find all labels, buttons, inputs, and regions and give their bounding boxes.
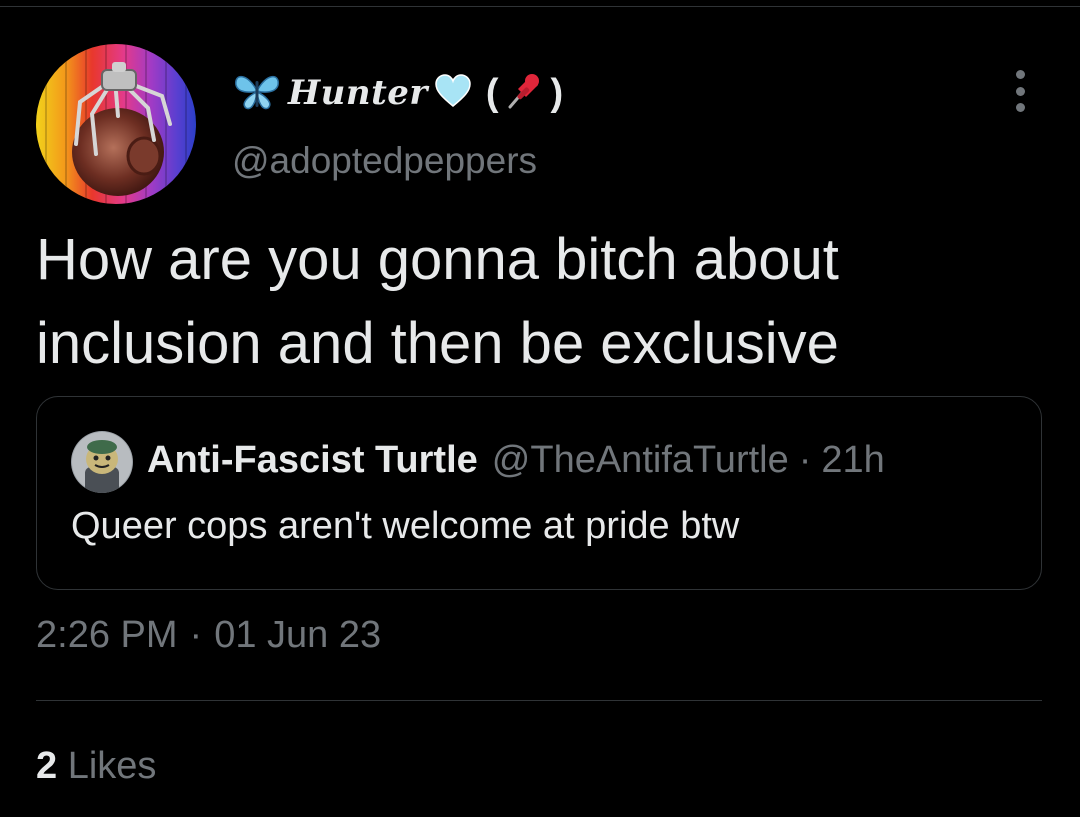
tweet-time[interactable]: 2:26 PM bbox=[36, 614, 178, 657]
butterfly-icon bbox=[232, 71, 282, 116]
author-display-name: Hunter bbox=[288, 73, 428, 113]
author-name-row[interactable]: Hunter ( ) bbox=[232, 68, 563, 118]
light-blue-heart-icon bbox=[434, 73, 472, 114]
top-divider bbox=[0, 6, 1080, 7]
more-options-icon[interactable] bbox=[1000, 70, 1040, 112]
quoted-separator: · bbox=[798, 438, 812, 481]
quoted-author-avatar[interactable] bbox=[71, 431, 133, 493]
likes-label: Likes bbox=[67, 745, 157, 787]
paren-close: ) bbox=[550, 71, 564, 114]
quoted-tweet[interactable]: Anti-Fascist Turtle @TheAntifaTurtle · 2… bbox=[36, 396, 1042, 590]
pushpin-icon bbox=[504, 71, 544, 116]
quoted-text: Queer cops aren't welcome at pride btw bbox=[71, 505, 740, 547]
quoted-header: Anti-Fascist Turtle @TheAntifaTurtle · 2… bbox=[147, 437, 885, 483]
tweet-text-line-2: inclusion and then be exclusive bbox=[36, 311, 839, 376]
quoted-time[interactable]: 21h bbox=[821, 439, 884, 482]
paren-open: ( bbox=[485, 71, 499, 114]
author-avatar[interactable] bbox=[36, 44, 196, 204]
likes-count: 2 bbox=[36, 745, 58, 787]
author-handle[interactable]: @adoptedpeppers bbox=[232, 140, 537, 182]
timestamp-separator: · bbox=[189, 614, 203, 656]
quoted-author-name[interactable]: Anti-Fascist Turtle bbox=[147, 439, 478, 482]
tweet-date[interactable]: 01 Jun 23 bbox=[214, 614, 381, 657]
quoted-author-handle[interactable]: @TheAntifaTurtle bbox=[492, 439, 789, 482]
tweet-text: How are you gonna bitch about inclusion … bbox=[36, 218, 1036, 386]
tweet-timestamp: 2:26 PM · 01 Jun 23 bbox=[36, 614, 381, 657]
tweet-text-line-1: How are you gonna bitch about bbox=[36, 227, 839, 292]
likes-stat[interactable]: 2 Likes bbox=[36, 745, 156, 788]
stats-divider bbox=[36, 700, 1042, 701]
